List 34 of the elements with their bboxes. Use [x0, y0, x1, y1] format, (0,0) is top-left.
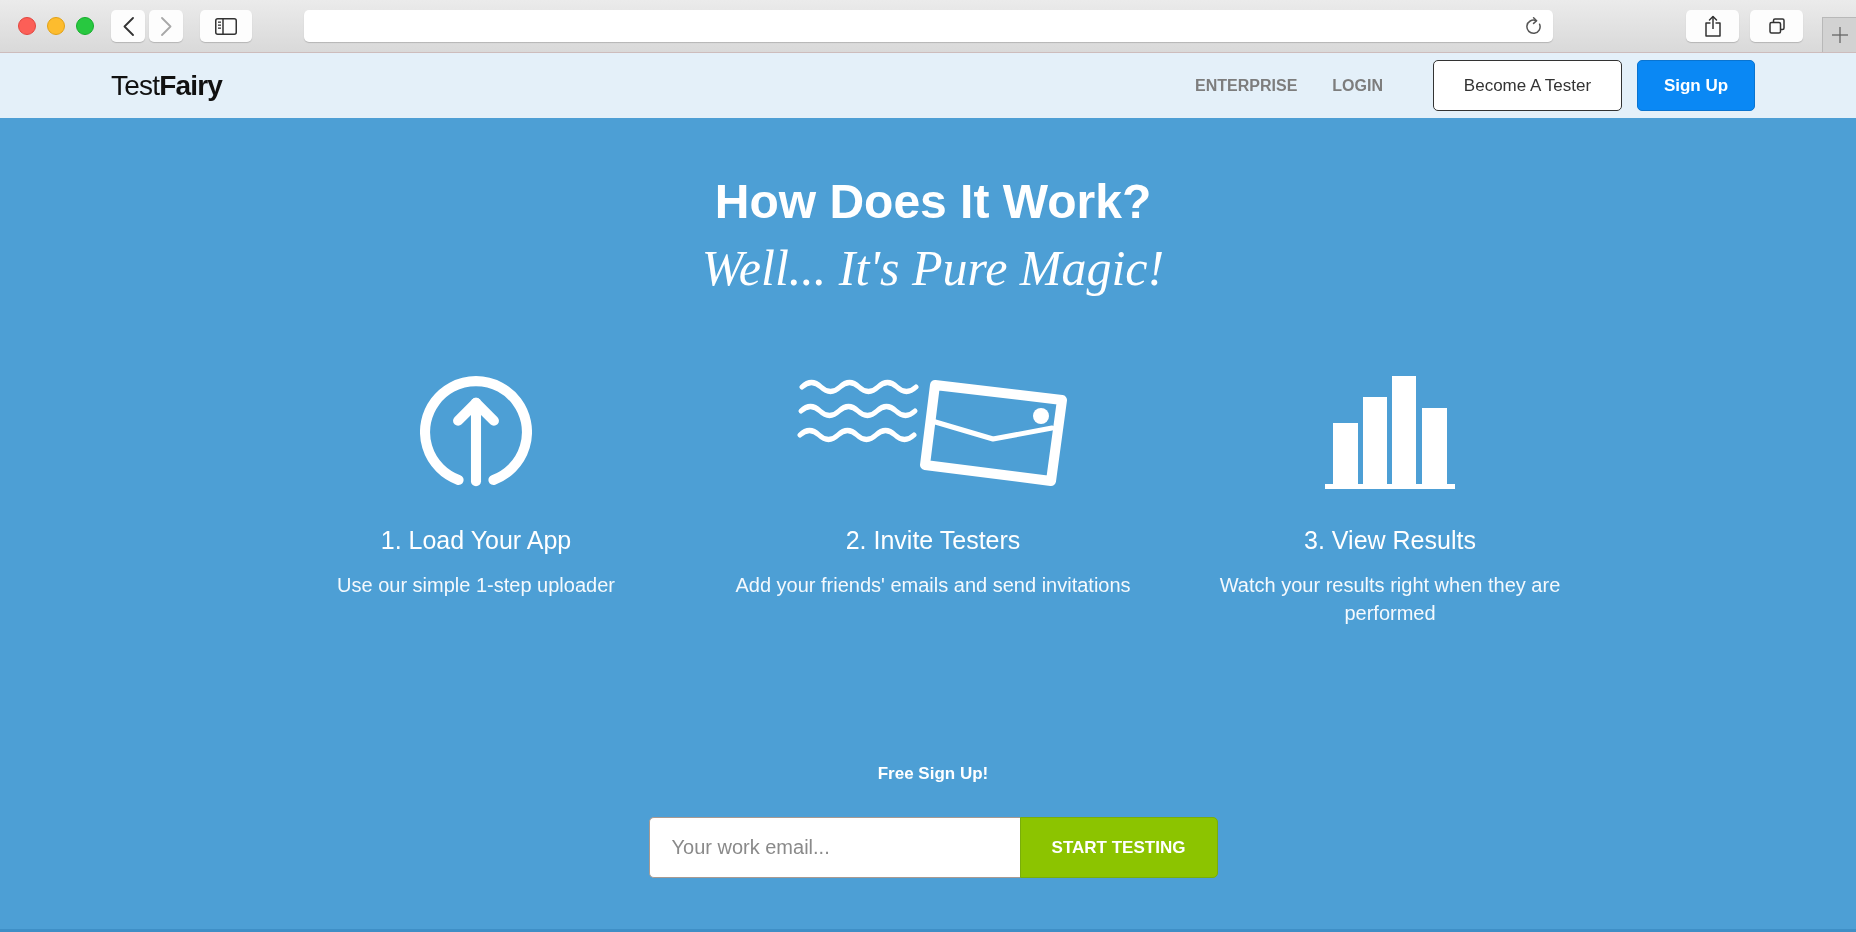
signup-label: Free Sign Up! [877, 763, 989, 785]
step-description: Add your friends' emails and send invitations [735, 573, 1131, 598]
logo[interactable]: TestFairy [111, 68, 223, 103]
reload-icon[interactable] [1526, 16, 1544, 36]
bar-chart-icon [1325, 375, 1455, 489]
window-zoom-button[interactable] [76, 17, 94, 35]
upload-icon [420, 376, 532, 488]
new-tab-button[interactable] [1822, 17, 1856, 52]
tabs-button[interactable] [1750, 10, 1804, 42]
chevron-right-icon [160, 16, 172, 36]
sign-up-button[interactable]: Sign Up [1637, 60, 1755, 111]
chevron-left-icon [122, 16, 134, 36]
hero-title: How Does It Work? [714, 174, 1152, 230]
sidebar-button[interactable] [200, 10, 252, 42]
start-testing-button[interactable]: START TESTING [1019, 817, 1218, 878]
step-title: 2. Invite Testers [845, 525, 1021, 556]
window-close-button[interactable] [18, 17, 36, 35]
nav-link[interactable]: LOGIN [1332, 75, 1383, 96]
nav-link[interactable]: ENTERPRISE [1195, 75, 1298, 96]
become-tester-button[interactable]: Become A Tester [1433, 60, 1622, 111]
address-field[interactable] [303, 10, 1554, 42]
email-field[interactable]: Your work email... [648, 817, 1020, 878]
sidebar-icon [215, 17, 237, 35]
window-minimize-button[interactable] [47, 17, 65, 35]
share-icon [1704, 15, 1721, 37]
back-button[interactable] [111, 10, 145, 42]
step-title: 1. Load Your App [380, 525, 572, 556]
step-title: 3. View Results [1304, 525, 1476, 556]
tabs-icon [1768, 18, 1785, 34]
step-description: Use our simple 1-step uploader [337, 573, 615, 598]
plus-icon [1831, 27, 1848, 43]
hero-subtitle: Well... It's Pure Magic! [701, 239, 1165, 298]
step-description: Watch your results right when they are performed [1218, 573, 1562, 626]
share-button[interactable] [1686, 10, 1740, 42]
